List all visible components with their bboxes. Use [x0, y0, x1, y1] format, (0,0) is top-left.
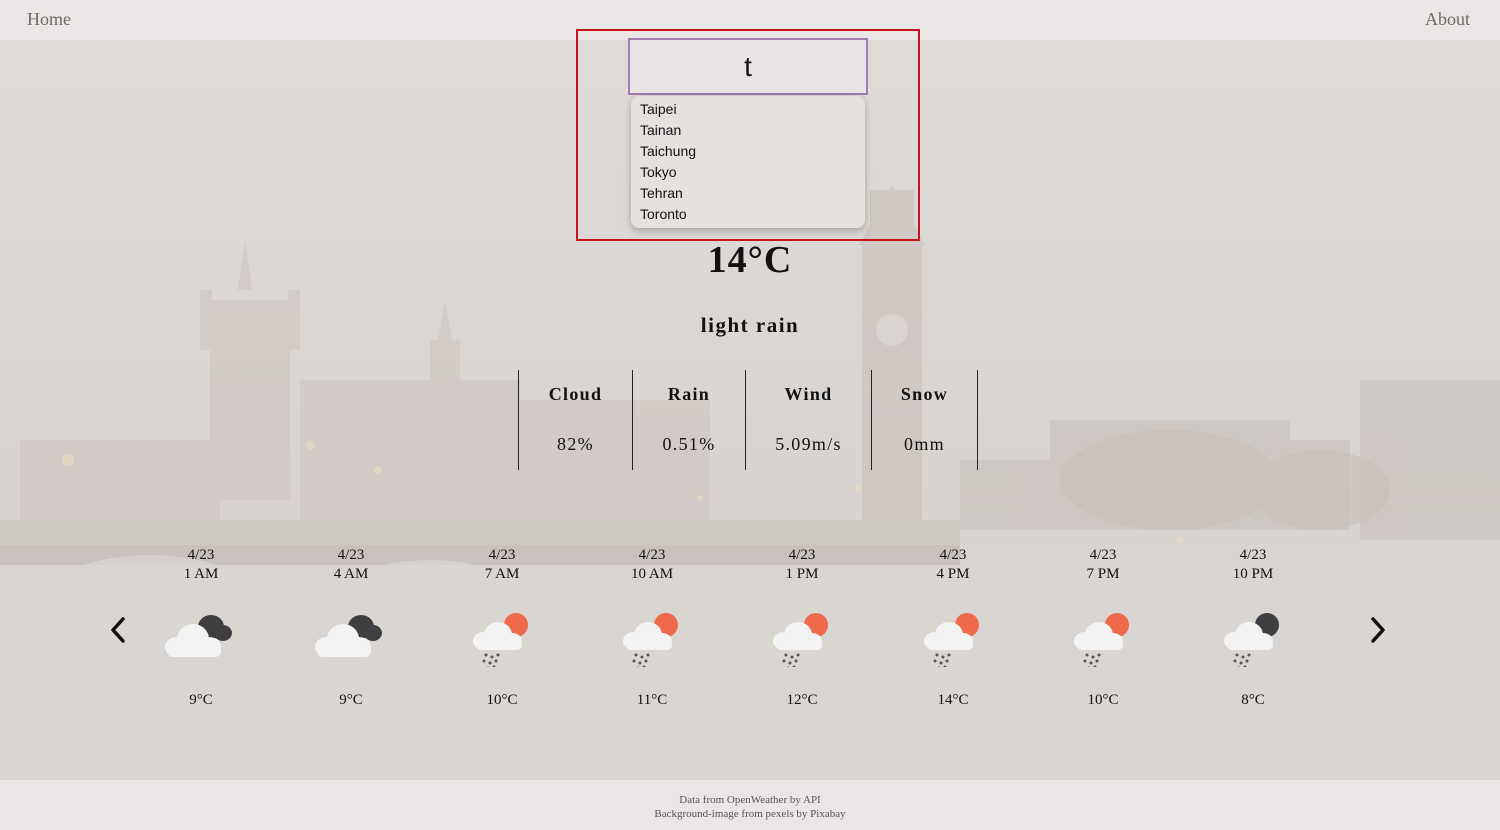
- nav-home-link[interactable]: Home: [27, 9, 71, 30]
- stat-snow: Snow 0mm: [871, 370, 978, 470]
- current-temperature: 14°C: [707, 239, 793, 281]
- day-rain-icon: [1074, 613, 1129, 667]
- forecast-item: 4/23 4 PM 14°C: [898, 546, 1008, 709]
- forecast-time: 1 AM: [183, 566, 219, 582]
- weather-stats: Cloud 82% Rain 0.51% Wind 5.09m/s Snow 0…: [518, 370, 978, 470]
- forecast-temp: 11°C: [636, 692, 668, 708]
- forecast-time: 10 PM: [1232, 566, 1274, 582]
- chevron-right-icon: [1371, 617, 1385, 643]
- suggestion-item[interactable]: Taichung: [640, 141, 865, 162]
- stat-label: Wind: [784, 384, 833, 404]
- footer-credit-data: Data from OpenWeather by API: [679, 794, 821, 806]
- city-search: Taipei Tainan Taichung Tokyo Tehran Toro…: [628, 38, 868, 228]
- footer: Data from OpenWeather by API Background-…: [0, 780, 1500, 830]
- suggestion-item[interactable]: Tainan: [640, 120, 865, 141]
- forecast-item: 4/23 7 AM 10°C: [447, 546, 557, 709]
- forecast-item: 4/23 1 AM 9°C: [146, 546, 256, 709]
- day-rain-icon: [473, 613, 528, 667]
- suggestion-item[interactable]: Tokyo: [640, 162, 865, 183]
- forecast-date: 4/23: [1239, 547, 1267, 563]
- chevron-left-icon: [111, 617, 125, 643]
- day-rain-icon: [924, 613, 979, 667]
- forecast-item: 4/23 10 PM 8°C: [1198, 546, 1308, 709]
- forecast-date: 4/23: [939, 547, 967, 563]
- stat-label: Snow: [900, 384, 949, 404]
- suggestion-item[interactable]: Toronto: [640, 204, 865, 225]
- stat-label: Rain: [667, 384, 711, 404]
- forecast-time: 4 AM: [333, 566, 369, 582]
- stat-label: Cloud: [548, 384, 603, 404]
- forecast-time: 4 PM: [936, 566, 970, 582]
- forecast-temp: 14°C: [937, 692, 969, 708]
- footer-credit-image: Background-image from pexels by Pixabay: [654, 808, 846, 820]
- forecast-date: 4/23: [788, 547, 816, 563]
- forecast-date: 4/23: [638, 547, 666, 563]
- forecast-time: 7 PM: [1086, 566, 1120, 582]
- forecast-date: 4/23: [337, 547, 365, 563]
- stat-value: 0mm: [904, 434, 945, 454]
- forecast-time: 7 AM: [484, 566, 520, 582]
- stat-rain: Rain 0.51%: [632, 370, 745, 470]
- forecast-item: 4/23 10 AM 11°C: [597, 546, 707, 709]
- top-navbar: Home About: [0, 0, 1500, 40]
- forecast-temp: 12°C: [786, 692, 818, 708]
- night-cloudy-icon: [315, 615, 382, 657]
- suggestion-item[interactable]: Taipei: [640, 99, 865, 120]
- stat-value: 5.09m/s: [775, 434, 842, 454]
- forecast-date: 4/23: [1089, 547, 1117, 563]
- forecast-temp: 10°C: [1087, 692, 1119, 708]
- autocomplete-dropdown[interactable]: Taipei Tainan Taichung Tokyo Tehran Toro…: [631, 96, 865, 228]
- stat-value: 82%: [557, 434, 594, 454]
- stat-value: 0.51%: [662, 434, 716, 454]
- night-cloudy-icon: [165, 615, 232, 657]
- forecast-item: 4/23 7 PM 10°C: [1048, 546, 1158, 709]
- forecast-time: 10 AM: [630, 566, 674, 582]
- forecast-date: 4/23: [488, 547, 516, 563]
- forecast-temp: 9°C: [339, 692, 363, 708]
- forecast-time: 1 PM: [785, 566, 819, 582]
- night-rain-icon: [1224, 613, 1279, 667]
- forecast-item: 4/23 4 AM 9°C: [296, 546, 406, 709]
- day-rain-icon: [773, 613, 828, 667]
- forecast-temp: 10°C: [486, 692, 518, 708]
- suggestion-item[interactable]: Tehran: [640, 183, 865, 204]
- prev-arrow-button[interactable]: [106, 615, 130, 645]
- forecast-date: 4/23: [187, 547, 215, 563]
- forecast-item: 4/23 1 PM 12°C: [747, 546, 857, 709]
- forecast-temp: 8°C: [1241, 692, 1265, 708]
- nav-about-link[interactable]: About: [1425, 9, 1470, 30]
- stat-wind: Wind 5.09m/s: [745, 370, 871, 470]
- weather-description: light rain: [700, 313, 800, 337]
- stat-cloud: Cloud 82%: [518, 370, 632, 470]
- city-search-input[interactable]: [628, 38, 868, 95]
- day-rain-icon: [623, 613, 678, 667]
- next-arrow-button[interactable]: [1366, 615, 1390, 645]
- forecast-temp: 9°C: [189, 692, 213, 708]
